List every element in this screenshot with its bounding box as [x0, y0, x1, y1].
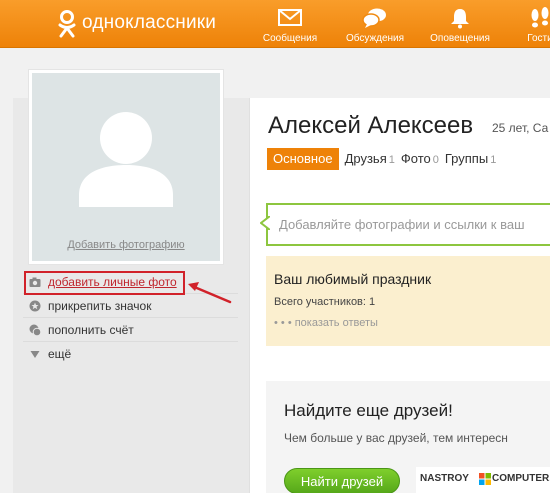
nav-notifications-label: Оповещения [430, 33, 490, 44]
profile-name: Алексей Алексеев [268, 112, 474, 139]
triangle-down-icon [30, 351, 40, 358]
profile-photo-card[interactable]: Добавить фотографию [28, 69, 224, 265]
sidebar-item-more[interactable]: ещё [23, 342, 238, 366]
tab-main[interactable]: Основное [267, 148, 339, 170]
nav-discussions-label: Обсуждения [345, 33, 405, 44]
find-friends-subtitle: Чем больше у вас друзей, тем интересн [284, 431, 508, 445]
holiday-poll-participants: Всего участников: 1 [274, 296, 376, 308]
speech-notch-icon [260, 216, 270, 230]
user-silhouette-icon [79, 112, 173, 207]
sidebar-item-top-up-label: пополнить счёт [48, 323, 134, 337]
avatar-placeholder[interactable]: Добавить фотографию [32, 73, 220, 261]
tab-photos-label: Фото [400, 151, 431, 166]
show-answers-link[interactable]: • • • показать ответы [274, 317, 378, 329]
envelope-icon [278, 9, 302, 26]
share-input[interactable]: Добавляйте фотографии и ссылки к ваш [266, 203, 550, 246]
sidebar-item-top-up[interactable]: пополнить счёт [23, 318, 238, 342]
top-navigation-bar: одноклассники Сообщения Обсуждения Опове… [0, 0, 550, 48]
tab-groups-label: Группы [444, 151, 489, 166]
holiday-poll-title[interactable]: Ваш любимый праздник [274, 271, 431, 287]
tab-photos-count: 0 [432, 154, 439, 166]
profile-tabs: Основное Друзья 1 Фото 0 Группы 1 [267, 148, 502, 170]
holiday-poll-card: Ваш любимый праздник Всего участников: 1… [266, 256, 550, 346]
tab-friends[interactable]: Друзья 1 [345, 148, 395, 170]
tab-photos[interactable]: Фото 0 [401, 148, 439, 170]
tab-friends-label: Друзья [344, 151, 387, 166]
find-friends-button[interactable]: Найти друзей [284, 468, 400, 493]
nav-messages[interactable]: Сообщения [258, 0, 322, 48]
coins-icon [29, 324, 41, 336]
odnoklassniki-logo-icon[interactable] [56, 9, 78, 39]
chat-bubbles-icon [362, 8, 386, 28]
find-friends-title: Найдите еще друзей! [284, 401, 453, 420]
annotation-arrow-icon [188, 282, 232, 304]
badge-icon [29, 300, 41, 312]
tab-groups[interactable]: Группы 1 [445, 148, 496, 170]
nav-guests-label: Гости [527, 33, 550, 44]
sidebar-item-more-label: ещё [48, 347, 72, 361]
annotation-highlight-box [24, 271, 185, 295]
watermark-left-text: NASTROY [420, 473, 469, 484]
watermark-right-text: COMPUTER.RU [492, 473, 550, 484]
sidebar-item-pin-badge-label: прикрепить значок [48, 299, 152, 313]
brand-name[interactable]: одноклассники [82, 12, 216, 34]
nav-discussions[interactable]: Обсуждения [340, 0, 410, 48]
tab-friends-count: 1 [388, 154, 395, 166]
windows-flag-icon [479, 473, 491, 485]
footprints-icon [531, 7, 549, 28]
watermark: NASTROY COMPUTER.RU [416, 467, 550, 493]
add-photo-link[interactable]: Добавить фотографию [32, 239, 220, 251]
nav-notifications[interactable]: Оповещения [424, 0, 496, 48]
tab-groups-count: 1 [490, 154, 497, 166]
profile-age-info: 25 лет, Са [492, 121, 549, 135]
nav-guests[interactable]: Гости [510, 0, 550, 48]
bell-icon [451, 9, 469, 29]
nav-messages-label: Сообщения [262, 33, 318, 44]
share-input-placeholder: Добавляйте фотографии и ссылки к ваш [279, 217, 525, 232]
tab-main-label: Основное [273, 151, 333, 166]
